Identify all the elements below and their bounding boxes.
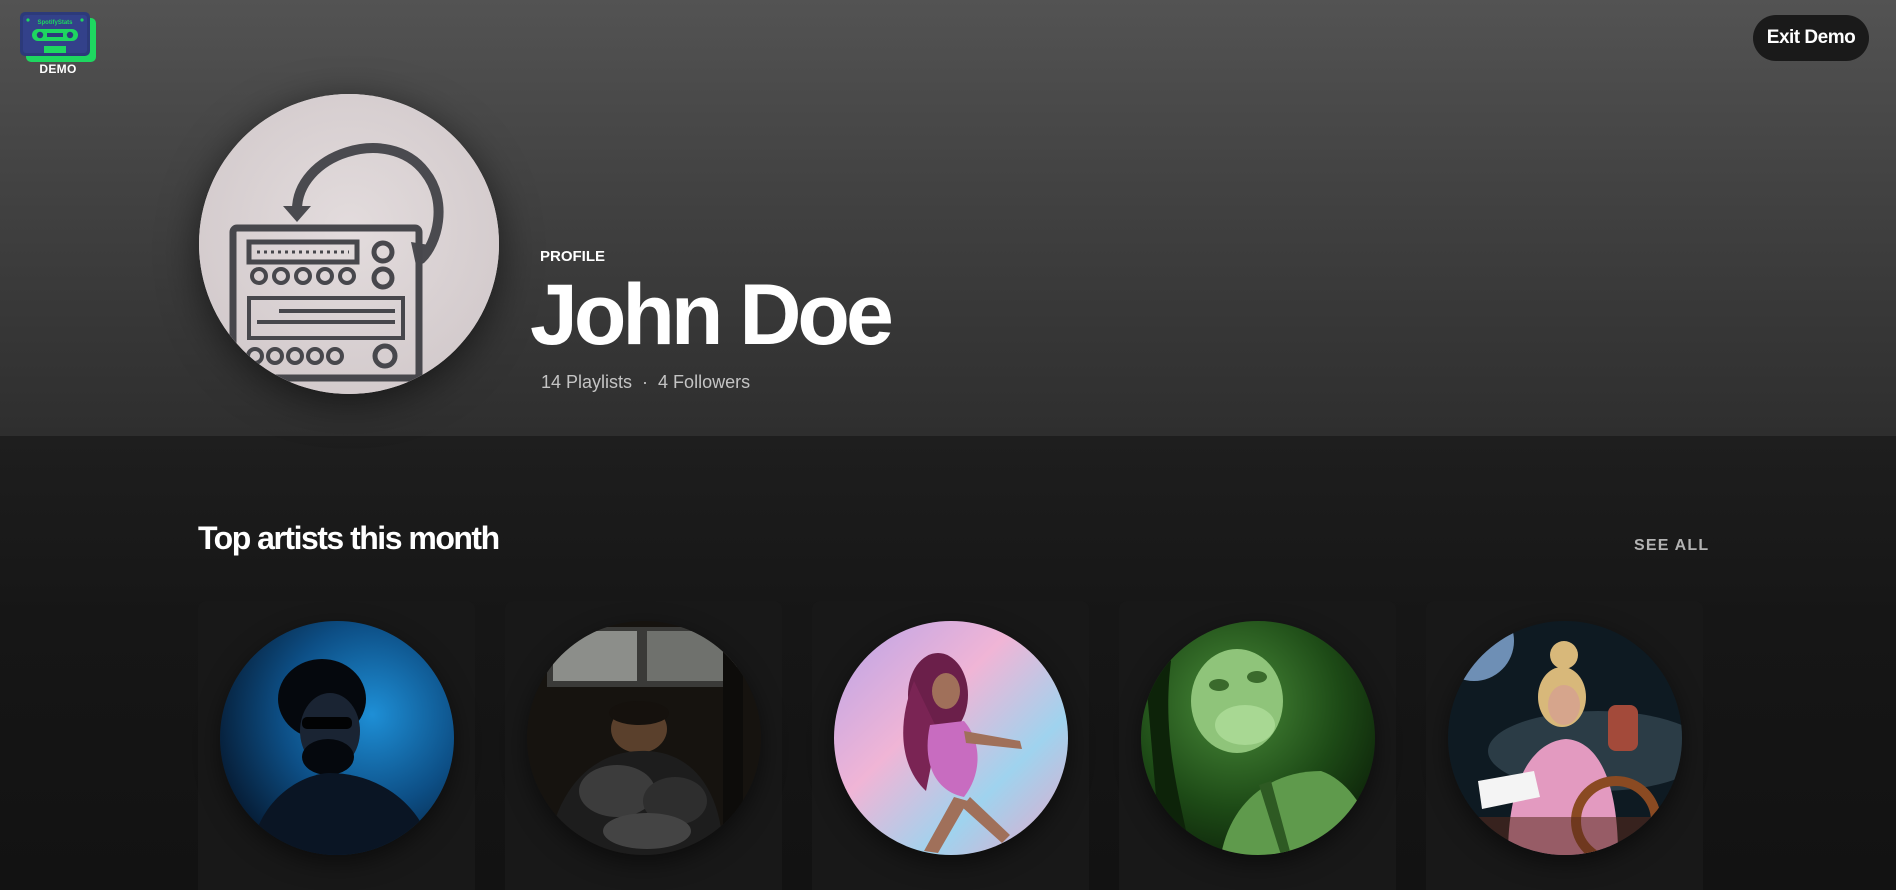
artist-image xyxy=(1448,621,1682,855)
profile-page: SpotifyStats DEMO Exit Demo PROFILE John… xyxy=(0,0,1896,890)
exit-demo-button[interactable]: Exit Demo xyxy=(1753,15,1869,61)
app-logo[interactable]: SpotifyStats DEMO xyxy=(20,12,100,78)
see-all-link[interactable]: SEE ALL xyxy=(1634,537,1709,555)
followers-count[interactable]: 4 Followers xyxy=(658,372,750,393)
artist-image xyxy=(1141,621,1375,855)
radio-icon xyxy=(199,94,499,394)
artist-card[interactable] xyxy=(198,601,475,890)
artist-image xyxy=(527,621,761,855)
profile-type-label: PROFILE xyxy=(540,248,606,265)
profile-stats: 14 Playlists · 4 Followers xyxy=(541,372,750,393)
demo-badge: DEMO xyxy=(39,62,77,76)
artist-card[interactable] xyxy=(812,601,1089,890)
stats-separator: · xyxy=(642,372,649,392)
artist-card[interactable] xyxy=(1426,601,1703,890)
cassette-icon: SpotifyStats xyxy=(20,12,96,62)
artist-card[interactable] xyxy=(505,601,782,890)
artist-image xyxy=(834,621,1068,855)
top-artists-title: Top artists this month xyxy=(198,520,500,556)
artist-image xyxy=(220,621,454,855)
artist-card[interactable] xyxy=(1119,601,1396,890)
logo-inner-text: SpotifyStats xyxy=(37,20,73,26)
playlists-count[interactable]: 14 Playlists xyxy=(541,372,632,393)
profile-avatar xyxy=(199,94,499,394)
profile-name: John Doe xyxy=(530,267,894,363)
